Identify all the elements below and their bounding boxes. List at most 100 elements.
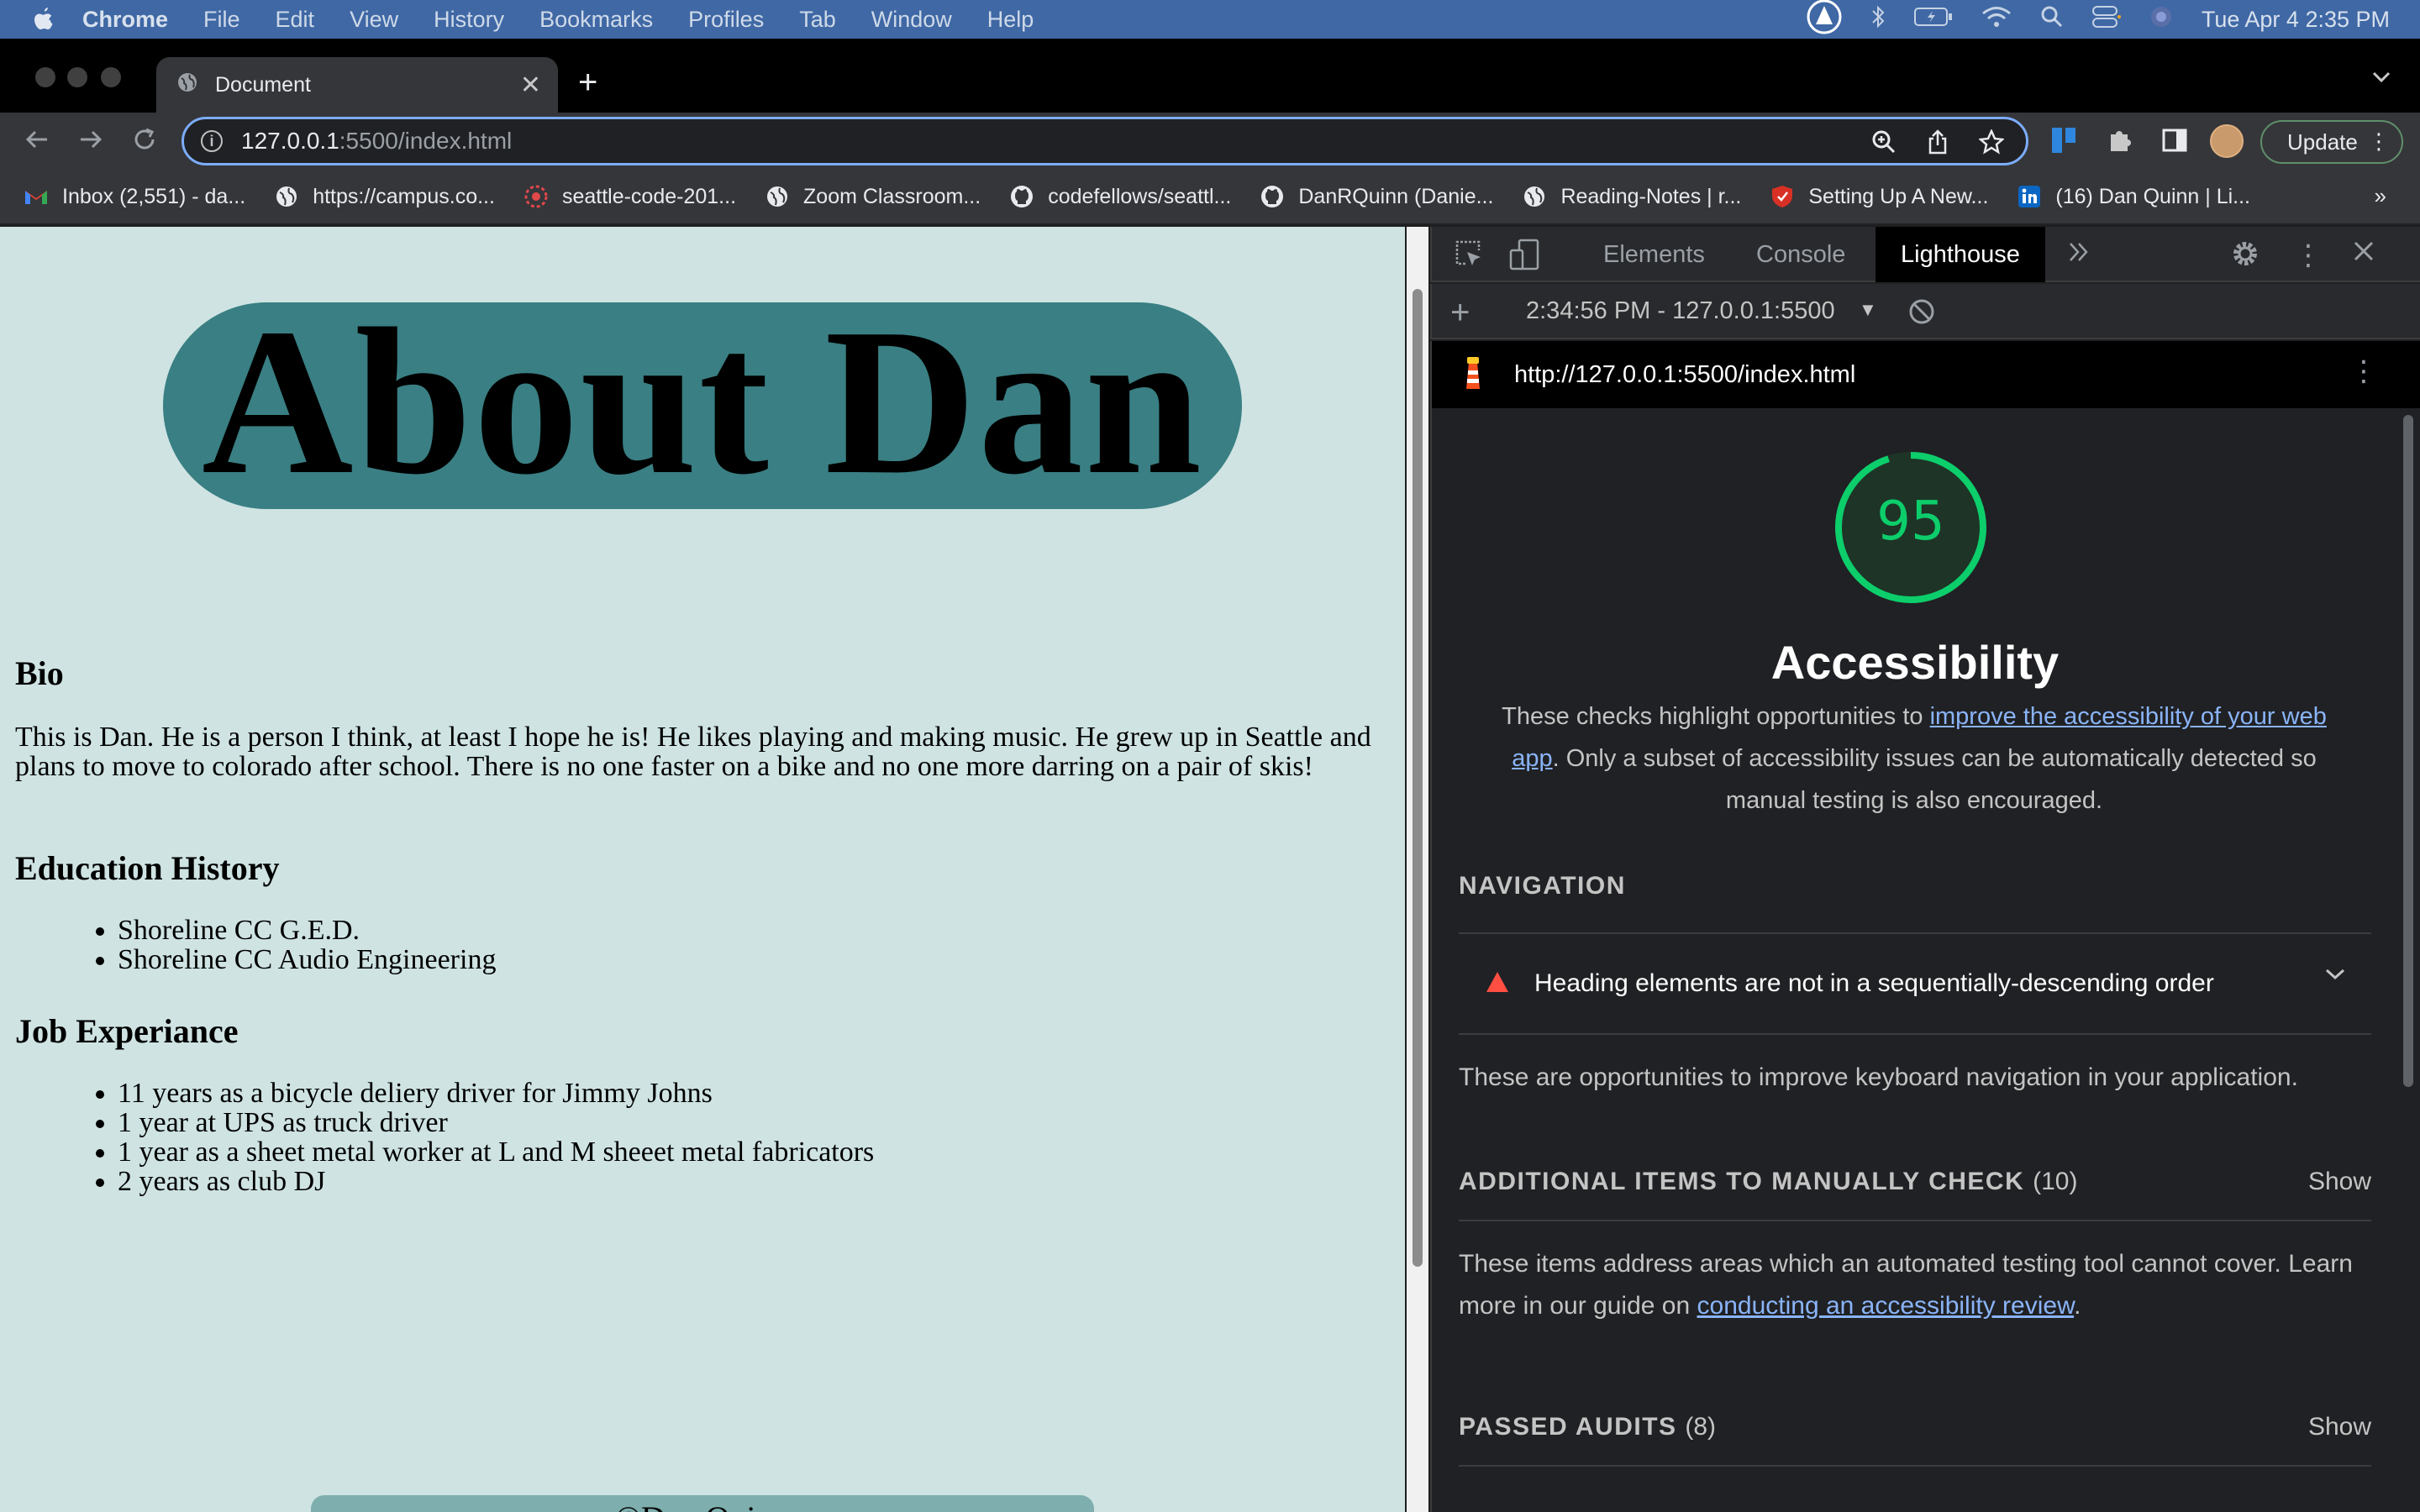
forward-arrow-icon[interactable] bbox=[77, 126, 104, 160]
shield-icon bbox=[1770, 184, 1795, 209]
menubar-clock[interactable]: Tue Apr 4 2:35 PM bbox=[2202, 7, 2390, 33]
new-report-plus-icon[interactable]: + bbox=[1450, 294, 1470, 332]
menu-help[interactable]: Help bbox=[987, 7, 1034, 33]
lighthouse-icon bbox=[1460, 355, 1486, 395]
passed-audits-count: (8) bbox=[1685, 1413, 1717, 1441]
wifi-icon[interactable] bbox=[1981, 6, 2012, 34]
devtools-tab-console[interactable]: Console bbox=[1756, 227, 1845, 282]
spotlight-search-icon[interactable] bbox=[2040, 5, 2064, 34]
window-close-button[interactable] bbox=[35, 67, 55, 87]
apple-logo-icon[interactable] bbox=[34, 8, 54, 31]
zoom-icon[interactable] bbox=[1871, 129, 1897, 159]
category-title: Accessibility bbox=[1770, 636, 2060, 689]
list-item: Shoreline CC G.E.D. bbox=[118, 916, 496, 945]
share-icon[interactable] bbox=[1927, 129, 1949, 159]
more-tabs-chevron-icon[interactable] bbox=[2067, 239, 2091, 272]
chrome-menu-kebab-icon[interactable]: ⋮ bbox=[2368, 129, 2390, 155]
lighthouse-report: 95 Accessibility These checks highlight … bbox=[1430, 408, 2396, 1512]
report-dropdown-arrow-icon[interactable]: ▼ bbox=[1859, 299, 1877, 321]
profile-avatar[interactable] bbox=[2210, 124, 2244, 158]
bookmarks-overflow-button[interactable]: » bbox=[2375, 183, 2386, 209]
window-zoom-button[interactable] bbox=[101, 67, 121, 87]
control-center-icon[interactable] bbox=[2091, 5, 2121, 34]
list-item: Shoreline CC Audio Engineering bbox=[118, 945, 496, 974]
passed-audits-heading[interactable]: PASSED AUDITS (8) bbox=[1459, 1413, 1716, 1441]
side-panel-icon[interactable] bbox=[2161, 128, 2188, 157]
device-toolbar-icon[interactable] bbox=[1509, 239, 1539, 277]
bookmark-item[interactable]: Inbox (2,551) - da... bbox=[24, 184, 245, 209]
site-info-icon[interactable]: i bbox=[201, 130, 223, 152]
page-viewport: About Dan Bio This is Dan. He is a perso… bbox=[0, 227, 1405, 1512]
expand-chevron-down-icon[interactable] bbox=[2324, 968, 2346, 985]
vpn-status-icon[interactable] bbox=[1807, 0, 1842, 40]
bookmark-item[interactable]: (16) Dan Quinn | Li... bbox=[2017, 184, 2250, 209]
bookmark-item[interactable]: Reading-Notes | r... bbox=[1522, 184, 1741, 209]
list-item: 11 years as a bicycle deliery driver for… bbox=[118, 1079, 874, 1108]
chrome-update-button[interactable]: Update ⋮ bbox=[2260, 120, 2403, 164]
extensions-puzzle-icon[interactable] bbox=[2106, 126, 2134, 159]
report-url-bar: http://127.0.0.1:5500/index.html ⋮ bbox=[1430, 341, 2420, 408]
passed-audits-show-toggle[interactable]: Show bbox=[2308, 1413, 2371, 1441]
inspect-element-icon[interactable] bbox=[1454, 239, 1484, 276]
tab-close-icon[interactable]: ✕ bbox=[520, 71, 541, 100]
bookmark-item[interactable]: https://campus.co... bbox=[274, 184, 495, 209]
bookmark-item[interactable]: Zoom Classroom... bbox=[765, 184, 981, 209]
menu-view[interactable]: View bbox=[350, 7, 398, 33]
devtools-tab-elements[interactable]: Elements bbox=[1603, 227, 1705, 282]
address-url[interactable]: 127.0.0.1:5500/index.html bbox=[241, 128, 512, 155]
tab-search-chevron-icon[interactable] bbox=[2371, 71, 2391, 88]
bookmark-item[interactable]: seattle-code-201... bbox=[523, 184, 736, 209]
devtools-tab-lighthouse[interactable]: Lighthouse bbox=[1876, 227, 2045, 282]
menu-history[interactable]: History bbox=[434, 7, 504, 33]
back-arrow-icon[interactable] bbox=[24, 126, 50, 160]
bookmark-star-icon[interactable] bbox=[1978, 128, 2005, 159]
menu-file[interactable]: File bbox=[203, 7, 240, 33]
manual-checks-show-toggle[interactable]: Show bbox=[2308, 1168, 2371, 1196]
job-list: 11 years as a bicycle deliery driver for… bbox=[118, 1079, 874, 1196]
new-tab-button[interactable]: + bbox=[578, 64, 597, 102]
menu-window[interactable]: Window bbox=[871, 7, 952, 33]
menu-bookmarks[interactable]: Bookmarks bbox=[539, 7, 653, 33]
education-heading: Education History bbox=[15, 849, 280, 887]
divider bbox=[1459, 1033, 2371, 1035]
devtools-close-icon[interactable] bbox=[2351, 239, 2376, 270]
menu-profiles[interactable]: Profiles bbox=[688, 7, 764, 33]
lighthouse-report-toolbar: + 2:34:56 PM - 127.0.0.1:5500 ▼ bbox=[1430, 284, 2420, 339]
accessibility-review-link[interactable]: conducting an accessibility review bbox=[1697, 1292, 2075, 1320]
address-bar[interactable]: i 127.0.0.1:5500/index.html bbox=[182, 117, 2028, 165]
bookmark-item[interactable]: Setting Up A New... bbox=[1770, 184, 1988, 209]
codefellows-icon bbox=[523, 184, 549, 209]
trello-extension-icon[interactable] bbox=[2050, 126, 2079, 159]
devtools-scrollbar-thumb[interactable] bbox=[2403, 415, 2413, 1087]
clear-reports-icon[interactable] bbox=[1907, 297, 1936, 333]
battery-icon[interactable] bbox=[1913, 7, 1953, 33]
education-list: Shoreline CC G.E.D. Shoreline CC Audio E… bbox=[118, 916, 496, 974]
tab-title: Document bbox=[215, 72, 311, 97]
manual-checks-heading[interactable]: ADDITIONAL ITEMS TO MANUALLY CHECK (10) bbox=[1459, 1168, 2077, 1196]
browser-tab-document[interactable]: Document ✕ bbox=[156, 57, 558, 113]
siri-icon[interactable] bbox=[2149, 5, 2173, 34]
page-scrollbar-thumb[interactable] bbox=[1413, 289, 1423, 1267]
bookmark-item[interactable]: DanRQuinn (Danie... bbox=[1260, 184, 1493, 209]
report-selector[interactable]: 2:34:56 PM - 127.0.0.1:5500 bbox=[1526, 297, 1835, 325]
macos-menu-bar: Chrome File Edit View History Bookmarks … bbox=[0, 0, 2420, 39]
devtools-menu-kebab-icon[interactable]: ⋮ bbox=[2294, 239, 2323, 272]
menu-app-name[interactable]: Chrome bbox=[82, 7, 168, 33]
menu-edit[interactable]: Edit bbox=[276, 7, 315, 33]
settings-gear-icon[interactable] bbox=[2230, 239, 2260, 276]
globe-icon bbox=[176, 71, 198, 99]
page-scrollbar[interactable] bbox=[1407, 227, 1428, 1512]
menu-tab[interactable]: Tab bbox=[799, 7, 836, 33]
about-banner: About Dan bbox=[163, 297, 1242, 509]
linkedin-icon bbox=[2017, 184, 2042, 209]
devtools-scrollbar[interactable] bbox=[2396, 408, 2420, 1512]
globe-icon bbox=[1522, 184, 1547, 209]
globe-icon bbox=[274, 184, 299, 209]
audit-heading-order[interactable]: Heading elements are not in a sequential… bbox=[1459, 934, 2371, 1033]
bookmark-item[interactable]: codefellows/seattl... bbox=[1009, 184, 1231, 209]
window-minimize-button[interactable] bbox=[67, 67, 87, 87]
report-menu-kebab-icon[interactable]: ⋮ bbox=[2349, 354, 2378, 388]
github-icon bbox=[1260, 184, 1285, 209]
reload-icon[interactable] bbox=[131, 126, 158, 160]
bluetooth-icon[interactable] bbox=[1870, 4, 1886, 35]
